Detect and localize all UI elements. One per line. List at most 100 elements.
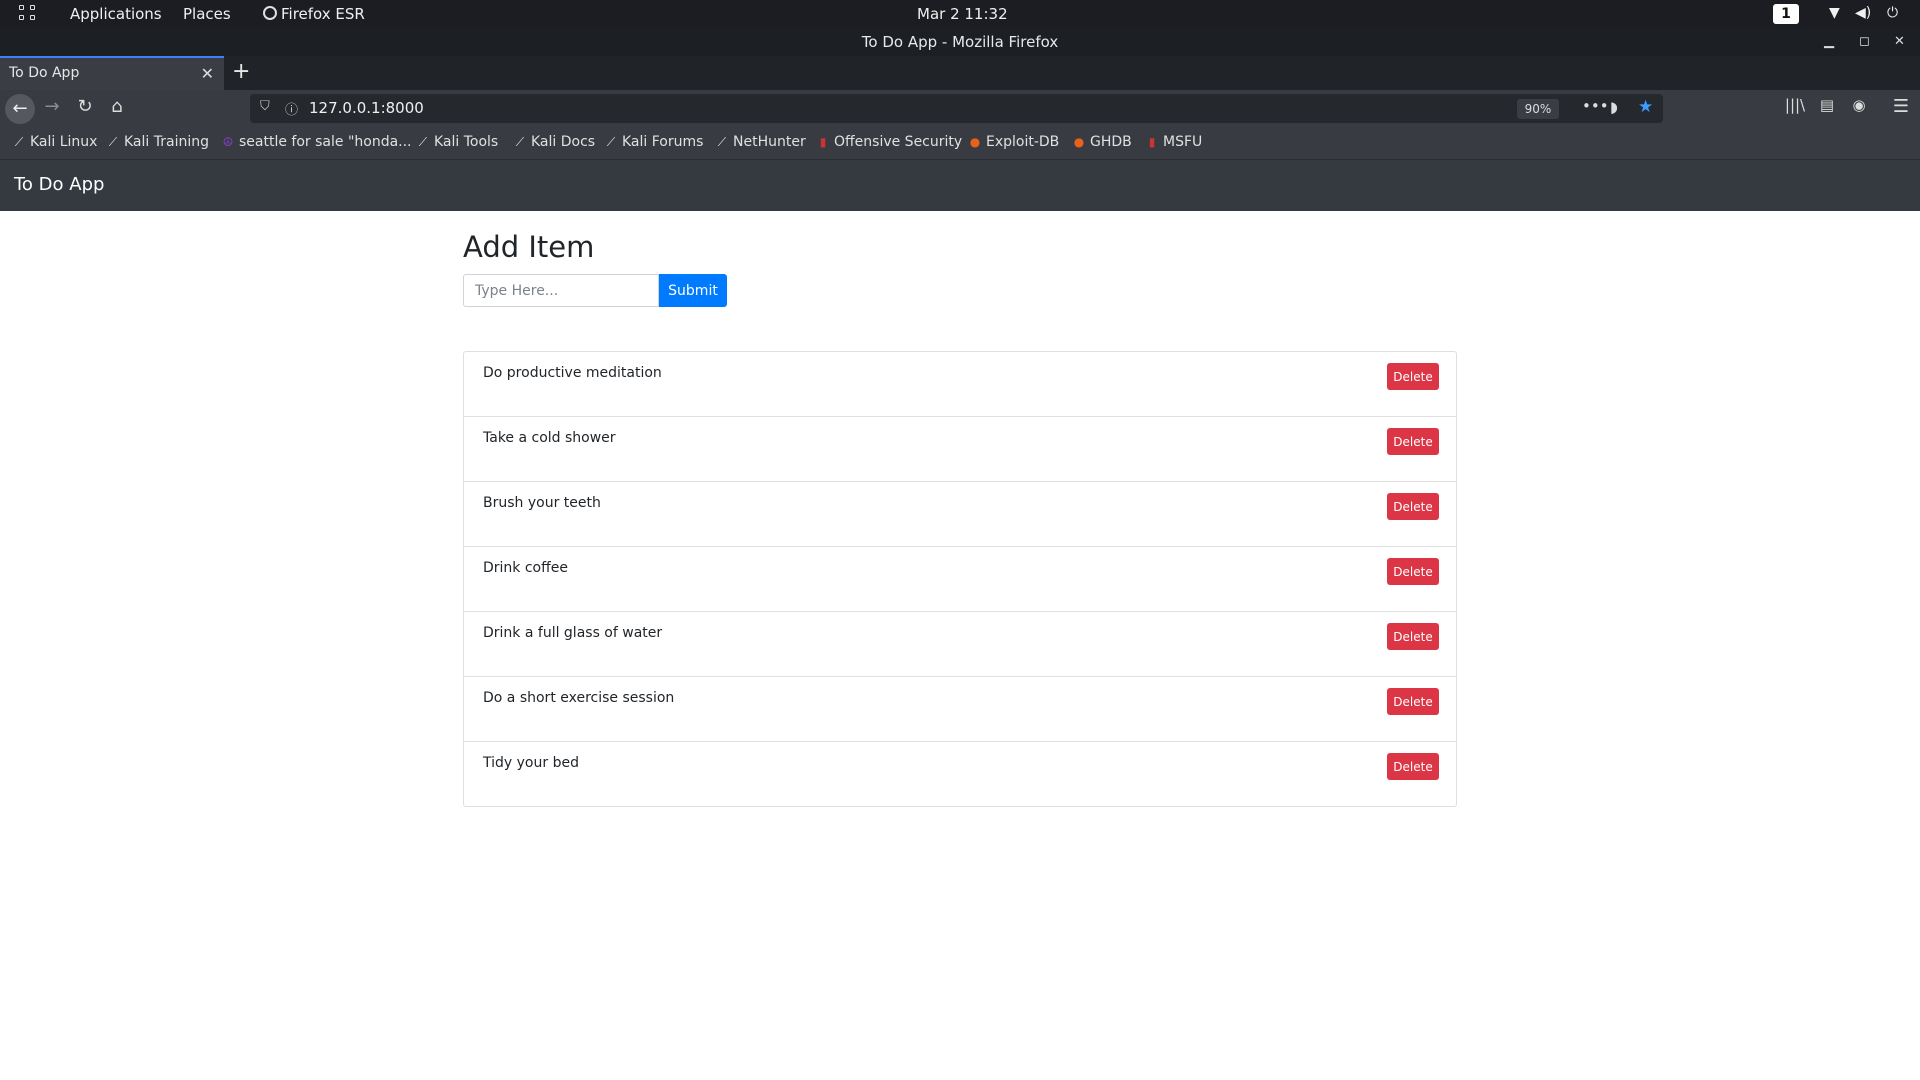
- delete-button[interactable]: Delete: [1387, 558, 1439, 585]
- bookmark-ghdb[interactable]: ● GHDB: [1072, 134, 1132, 150]
- todo-item: Do productive meditation Delete: [464, 352, 1456, 416]
- bookmark-offensive-security[interactable]: ▮ Offensive Security: [816, 134, 963, 150]
- hamburger-menu-icon[interactable]: ☰: [1888, 96, 1914, 117]
- zoom-level-badge[interactable]: 90%: [1517, 99, 1559, 119]
- app-brand[interactable]: To Do App: [14, 174, 104, 195]
- todo-item-text: Tidy your bed: [483, 755, 579, 771]
- bookmark-kali-training[interactable]: ⟋ Kali Training: [106, 134, 209, 150]
- bookmark-label: Kali Training: [124, 134, 209, 150]
- places-menu[interactable]: Places: [183, 5, 231, 23]
- bookmark-label: Kali Linux: [30, 134, 98, 150]
- bookmark-kali-tools[interactable]: ⟋ Kali Tools: [416, 134, 498, 150]
- todo-item-text: Do productive meditation: [483, 365, 662, 381]
- exploit-db-icon: ●: [1073, 135, 1085, 149]
- pocket-icon[interactable]: ◗: [1610, 98, 1618, 116]
- minimize-icon[interactable]: ▁: [1824, 28, 1834, 56]
- back-icon[interactable]: ←: [5, 94, 35, 124]
- bookmark-label: GHDB: [1090, 134, 1132, 150]
- kali-dragon-icon: ⟋: [108, 135, 118, 149]
- tab-title: To Do App: [9, 65, 80, 81]
- workspace-indicator[interactable]: 1: [1773, 4, 1799, 24]
- bookmark-label: MSFU: [1163, 134, 1203, 150]
- system-top-panel: Applications Places Firefox ESR Mar 2 11…: [0, 0, 1920, 28]
- peace-icon: ☮: [222, 135, 234, 149]
- todo-item: Brush your teeth Delete: [464, 481, 1456, 546]
- bookmark-exploit-db[interactable]: ● Exploit-DB: [968, 134, 1060, 150]
- window-titlebar: To Do App - Mozilla Firefox ▁ ◻ ✕: [0, 28, 1920, 56]
- library-icon[interactable]: |||\: [1782, 96, 1808, 114]
- kali-dragon-icon: ⟋: [717, 135, 727, 149]
- todo-item-text: Take a cold shower: [483, 430, 616, 446]
- new-tab-icon[interactable]: +: [232, 59, 250, 84]
- todo-item: Drink coffee Delete: [464, 546, 1456, 611]
- submit-button[interactable]: Submit: [659, 274, 727, 307]
- todo-item-text: Do a short exercise session: [483, 690, 675, 706]
- delete-button[interactable]: Delete: [1387, 428, 1439, 455]
- kali-dragon-icon: ⟋: [606, 135, 616, 149]
- todo-item: Do a short exercise session Delete: [464, 676, 1456, 741]
- kali-dragon-icon: ⟋: [14, 135, 24, 149]
- todo-item-text: Brush your teeth: [483, 495, 601, 511]
- bookmark-msfu[interactable]: ▮ MSFU: [1145, 134, 1203, 150]
- bookmark-nethunter[interactable]: ⟋ NetHunter: [715, 134, 806, 150]
- todo-item: Take a cold shower Delete: [464, 416, 1456, 481]
- maximize-icon[interactable]: ◻: [1859, 28, 1870, 56]
- todo-item: Tidy your bed Delete: [464, 741, 1456, 806]
- page-title: Add Item: [463, 230, 595, 264]
- app-navbar: To Do App: [0, 160, 1920, 211]
- home-icon[interactable]: ⌂: [104, 96, 130, 117]
- reload-icon[interactable]: ↻: [72, 96, 98, 117]
- bookmark-kali-forums[interactable]: ⟋ Kali Forums: [604, 134, 704, 150]
- firefox-icon: [263, 6, 277, 20]
- site-info-icon[interactable]: ⓘ: [285, 99, 298, 118]
- volume-icon[interactable]: ◀): [1855, 5, 1871, 21]
- navigation-toolbar: ← → ↻ ⌂ ⛉ ⓘ 127.0.0.1:8000 90% ••• ◗ ★ |…: [0, 90, 1920, 128]
- wifi-icon[interactable]: ▼: [1829, 5, 1840, 21]
- url-text[interactable]: 127.0.0.1:8000: [309, 99, 424, 117]
- delete-button[interactable]: Delete: [1387, 753, 1439, 780]
- bookmark-label: seattle for sale "honda...: [239, 134, 412, 150]
- window-title: To Do App - Mozilla Firefox: [861, 33, 1059, 51]
- new-item-input[interactable]: [463, 274, 659, 307]
- apps-grid-icon[interactable]: [19, 5, 39, 23]
- bookmarks-toolbar: ⟋ Kali Linux ⟋ Kali Training ☮ seattle for …: [0, 128, 1920, 160]
- bookmark-kali-linux[interactable]: ⟋ Kali Linux: [12, 134, 98, 150]
- applications-menu[interactable]: Applications: [70, 5, 162, 23]
- todo-item: Drink a full glass of water Delete: [464, 611, 1456, 676]
- page-actions-icon[interactable]: •••: [1582, 97, 1609, 115]
- kali-dragon-icon: ⟋: [418, 135, 428, 149]
- close-window-icon[interactable]: ✕: [1894, 28, 1905, 56]
- bookmark-label: Exploit-DB: [986, 134, 1060, 150]
- forward-icon[interactable]: →: [39, 96, 65, 117]
- delete-button[interactable]: Delete: [1387, 623, 1439, 650]
- delete-button[interactable]: Delete: [1387, 688, 1439, 715]
- offsec-icon: ▮: [1148, 135, 1156, 149]
- tracking-shield-icon[interactable]: ⛉: [260, 99, 270, 114]
- delete-button[interactable]: Delete: [1387, 363, 1439, 390]
- tab-to-do-app[interactable]: To Do App ✕: [0, 56, 224, 90]
- bookmark-label: Kali Docs: [531, 134, 596, 150]
- kali-dragon-icon: ⟋: [515, 135, 525, 149]
- firefox-app-label: Firefox ESR: [281, 5, 365, 23]
- power-menu-icon[interactable]: ⏻: [1887, 5, 1898, 21]
- url-bar[interactable]: ⛉ ⓘ 127.0.0.1:8000 90% ••• ◗ ★: [250, 94, 1663, 123]
- offsec-icon: ▮: [819, 135, 827, 149]
- bookmark-label: NetHunter: [733, 134, 806, 150]
- firefox-app-menu[interactable]: Firefox ESR: [263, 5, 365, 23]
- todo-item-text: Drink coffee: [483, 560, 568, 576]
- bookmark-kali-docs[interactable]: ⟋ Kali Docs: [513, 134, 595, 150]
- close-tab-icon[interactable]: ✕: [201, 64, 214, 83]
- bookmark-star-icon[interactable]: ★: [1638, 97, 1653, 117]
- exploit-db-icon: ●: [969, 135, 981, 149]
- todo-list: Do productive meditation Delete Take a col…: [463, 351, 1457, 807]
- bookmark-label: Kali Tools: [434, 134, 499, 150]
- delete-button[interactable]: Delete: [1387, 493, 1439, 520]
- tab-strip: To Do App ✕ +: [0, 56, 1920, 90]
- todo-item-text: Drink a full glass of water: [483, 625, 663, 641]
- bookmark-seattle-for-sale[interactable]: ☮ seattle for sale "honda...: [221, 134, 412, 150]
- bookmark-label: Kali Forums: [622, 134, 704, 150]
- clock[interactable]: Mar 2 11:32: [917, 5, 1008, 23]
- bookmark-label: Offensive Security: [834, 134, 963, 150]
- sidebar-icon[interactable]: ▤: [1814, 96, 1840, 114]
- account-icon[interactable]: ◉: [1846, 96, 1872, 114]
